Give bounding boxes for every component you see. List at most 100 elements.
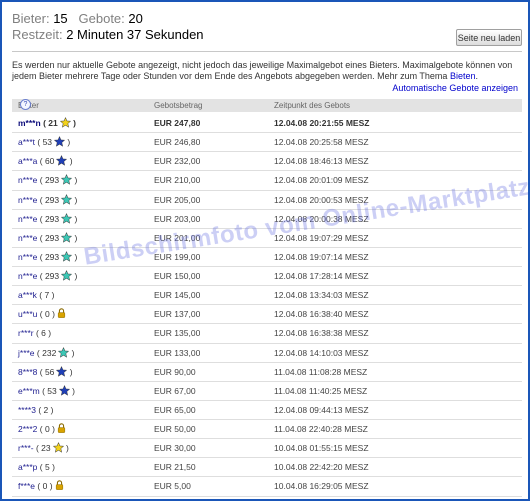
bidder-link[interactable]: n***e (18, 175, 37, 185)
bidder-cell: n***e ( 293 ) (18, 191, 77, 210)
bidder-link[interactable]: a***t (18, 137, 35, 147)
bid-amount: EUR 67,00 (154, 385, 196, 396)
info-note: Es werden nur aktuelle Gebote angezeigt,… (12, 60, 524, 82)
bidder-link[interactable]: n***e (18, 233, 37, 243)
feedback-close-paren: ) (52, 462, 55, 473)
bidder-link[interactable]: a***a (18, 156, 37, 166)
feedback-score-link[interactable]: ( 293 (40, 195, 59, 205)
bid-amount: EUR 150,00 (154, 271, 201, 281)
feedback-close-paren: ) (74, 232, 78, 243)
bidder-link[interactable]: u***u (18, 309, 37, 319)
feedback-score-link[interactable]: ( 53 (42, 386, 57, 396)
feedback-score-link[interactable]: ( 0 (37, 481, 47, 491)
bid-amount: EUR 201,00 (154, 232, 201, 243)
bid-amount: EUR 246,80 (154, 137, 201, 148)
bidder-link[interactable]: n***e (18, 214, 37, 224)
bid-row: n***e ( 293 ) EUR 203,00 12.04.08 20:00:38… (12, 210, 522, 229)
turquoise-star-icon (61, 174, 73, 186)
bid-amount: EUR 5,00 (154, 481, 191, 492)
bid-row: n***e ( 293 ) EUR 205,00 12.04.08 20:00:53… (12, 191, 522, 210)
column-header-amount: Gebotsbetrag (154, 101, 203, 110)
feedback-score-link[interactable]: ( 293 (40, 175, 59, 185)
bidder-link[interactable]: r***- (18, 443, 34, 453)
turquoise-star-icon (61, 193, 73, 205)
feedback-score-link[interactable]: ( 293 (40, 233, 59, 243)
feedback-score-link[interactable]: ( 2 (38, 405, 48, 415)
bid-row: 2***2 ( 0 ) EUR 50,00 11.04.08 22:40:28 ME… (12, 420, 522, 440)
bid-amount: EUR 247,80 (154, 118, 201, 128)
bid-amount: EUR 199,00 (154, 251, 201, 262)
yellow-star-icon (52, 442, 64, 453)
feedback-score-link[interactable]: ( 56 (40, 367, 55, 377)
bidder-link[interactable]: m***n (18, 118, 41, 128)
bidding-help-link[interactable]: Bieten (450, 71, 476, 81)
bidder-cell: n***e ( 293 ) (18, 210, 77, 229)
bidder-cell: a***p ( 5 ) (18, 458, 55, 477)
bid-row: n***e ( 293 ) EUR 210,00 12.04.08 20:01:09… (12, 171, 522, 191)
feedback-score-link[interactable]: ( 7 (39, 290, 49, 300)
bid-row: a***p ( 5 ) EUR 21,50 10.04.08 22:42:20 ME… (12, 458, 522, 478)
feedback-score-link[interactable]: ( 232 (37, 348, 56, 358)
bid-time: 12.04.08 20:00:38 MESZ (274, 213, 369, 224)
feedback-score-link[interactable]: ( 23 (36, 443, 51, 453)
feedback-score-link[interactable]: ( 21 (43, 118, 58, 128)
bidder-link[interactable]: a***p (18, 462, 37, 472)
time-remaining: Restzeit: 2 Minuten 37 Sekunden (12, 27, 204, 43)
divider (12, 51, 522, 52)
bidder-cell: a***k ( 7 ) (18, 286, 54, 305)
feedback-score-link[interactable]: ( 293 (40, 271, 59, 281)
help-icon[interactable]: ? (20, 99, 31, 110)
bidders-label: Bieter: (12, 11, 50, 26)
bidder-cell: ****3 ( 2 ) (18, 401, 53, 420)
bidder-link[interactable]: 8***8 (18, 367, 37, 377)
bidder-link[interactable]: e***m (18, 386, 40, 396)
feedback-score-link[interactable]: ( 5 (40, 462, 50, 472)
bidder-link[interactable]: n***e (18, 252, 37, 262)
bidder-cell: j***e ( 232 ) (18, 344, 75, 363)
feedback-score-link[interactable]: ( 293 (40, 252, 59, 262)
feedback-close-paren: ) (49, 481, 53, 492)
bidder-link[interactable]: n***e (18, 195, 37, 205)
bidder-cell: a***a ( 60 ) (18, 152, 73, 171)
info-note-end: . (475, 71, 478, 81)
bidder-link[interactable]: n***e (18, 271, 37, 281)
show-automatic-bids-link[interactable]: Automatische Gebote anzeigen (392, 83, 518, 93)
bids-count: 20 (128, 11, 143, 26)
bidder-link[interactable]: 2***2 (18, 424, 37, 434)
feedback-score-link[interactable]: ( 60 (40, 156, 55, 166)
reload-page-button[interactable]: Seite neu laden (456, 29, 522, 46)
bidder-cell: n***e ( 293 ) (18, 171, 77, 190)
blue-star-icon (56, 365, 68, 377)
feedback-close-paren: ) (69, 366, 73, 377)
feedback-close-paren: ) (74, 194, 78, 205)
bid-time: 10.04.08 22:42:20 MESZ (274, 462, 369, 473)
feedback-score-link[interactable]: ( 0 (40, 424, 50, 434)
bid-amount: EUR 1,00 (154, 497, 191, 500)
bidder-link[interactable]: j***e (18, 348, 35, 358)
bids-label: Gebote: (78, 11, 125, 26)
feedback-score-link[interactable]: ( 53 (37, 137, 52, 147)
bid-row: f***e ( 0 ) EUR 5,00 10.04.08 16:29:05 MES… (12, 477, 522, 497)
bidder-cell: n***e ( 293 ) (18, 248, 77, 267)
yellow-star-icon (59, 117, 71, 128)
bid-row: r***r ( 6 ) EUR 135,00 12.04.08 16:38:38 M… (12, 324, 522, 344)
feedback-close-paren: ) (50, 404, 54, 415)
feedback-close-paren: ) (74, 175, 78, 186)
bidder-cell: a***t ( 53 ) (18, 133, 70, 152)
info-note-text: Es werden nur aktuelle Gebote angezeigt,… (12, 60, 513, 81)
bid-time: 09.04.08 21:15:00 MESZ (274, 497, 369, 500)
bidder-cell: f***e ( 0 ) (18, 477, 64, 496)
bidder-link[interactable]: r***r (18, 328, 34, 338)
feedback-score-link[interactable]: ( 0 (40, 309, 50, 319)
bidder-link[interactable]: a***k (18, 290, 37, 300)
bidder-cell: e***m ( 53 ) (18, 382, 75, 401)
bidder-cell: r***- ( 23 ) (18, 439, 69, 458)
bidder-link[interactable]: ****3 (18, 405, 36, 415)
bidder-link[interactable]: f***e (18, 481, 35, 491)
feedback-score-link[interactable]: ( 293 (40, 214, 59, 224)
new-member-icon (57, 308, 65, 319)
blue-star-icon (58, 384, 70, 396)
feedback-score-link[interactable]: ( 6 (36, 328, 46, 338)
bid-time: 11.04.08 11:08:28 MESZ (274, 366, 368, 377)
bid-time: 12.04.08 20:01:09 MESZ (274, 175, 369, 186)
